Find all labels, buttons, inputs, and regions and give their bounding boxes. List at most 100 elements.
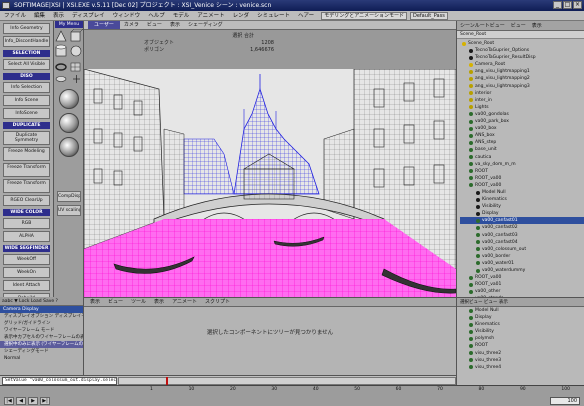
ident-attach-button[interactable]: Ident Attach xyxy=(3,280,50,291)
selection-tree-item[interactable]: Model Null xyxy=(457,307,584,314)
selection-tree-item[interactable]: visu_three2 xyxy=(457,350,584,357)
tree-item[interactable]: va00_canfast03 xyxy=(460,232,584,239)
command-line-input[interactable]: SetValue "va00_colossum_out.display.sele… xyxy=(2,377,117,385)
sphere-preview-2[interactable] xyxy=(59,113,79,133)
menu-animate[interactable]: アニメート xyxy=(193,11,228,21)
info-geometry-button[interactable]: Info Geometry xyxy=(3,23,50,34)
tree-item[interactable]: Scene_Root xyxy=(460,40,584,47)
tree-item[interactable]: va00_canfast02 xyxy=(460,224,584,231)
info-discont-button[interactable]: Info_DiscontHandle xyxy=(3,36,50,47)
tree-item[interactable]: va00_waterdummy xyxy=(460,267,584,274)
tree-item[interactable]: Display xyxy=(460,210,584,217)
freeze-transform-button[interactable]: Freeze Transform xyxy=(3,163,50,177)
tree-item[interactable]: ROOT xyxy=(460,168,584,175)
3d-viewport[interactable] xyxy=(84,69,456,297)
play-button[interactable]: ▶ xyxy=(28,397,38,405)
tree-item[interactable]: TecnoTaGuprier_ResultDisp xyxy=(460,54,584,61)
property-row[interactable]: ディスプレイオプション ディスプレイモード xyxy=(0,313,83,320)
tree-item[interactable]: Kinematics xyxy=(460,196,584,203)
disc-icon[interactable] xyxy=(55,76,67,82)
minimize-button[interactable]: _ xyxy=(553,1,562,9)
tree-item[interactable]: Model Null xyxy=(460,189,584,196)
menu-edit[interactable]: 編集 xyxy=(30,11,49,21)
view-select[interactable]: ユーザー xyxy=(88,21,120,29)
first-frame-button[interactable]: |◀ xyxy=(4,397,14,405)
tree-item[interactable]: cautica xyxy=(460,154,584,161)
comp-disp-button[interactable]: CompDisp xyxy=(57,191,81,202)
selection-tree-item[interactable]: Visibility xyxy=(457,328,584,335)
tree-item[interactable]: ROOT_va00 xyxy=(460,175,584,182)
info-scene2-button[interactable]: InfoScene xyxy=(3,108,50,119)
selection-tree-item[interactable]: polymsh xyxy=(457,335,584,342)
bottom-tab[interactable]: 表示 xyxy=(150,298,168,306)
menu-file[interactable]: ファイル xyxy=(0,11,30,21)
menu-view[interactable]: 表示 xyxy=(49,11,68,21)
cylinder-icon[interactable] xyxy=(55,44,67,57)
rgb-button[interactable]: RGB xyxy=(3,218,50,229)
maximize-button[interactable]: □ xyxy=(563,1,572,9)
timeline[interactable] xyxy=(118,377,456,386)
info-scene-button[interactable]: Info Scene xyxy=(3,95,50,106)
viewport-tab-view[interactable]: ビュー xyxy=(143,21,166,30)
tree-item[interactable]: TecnoTaGuprier_Options xyxy=(460,47,584,54)
sphere-preview-1[interactable] xyxy=(59,89,79,109)
week-off-button[interactable]: WeekOff xyxy=(3,254,50,265)
tree-item[interactable]: va00_box xyxy=(460,125,584,132)
menu-help[interactable]: ヘルプ xyxy=(144,11,169,21)
explorer-tab-root[interactable]: シーンルートビュー xyxy=(457,21,508,30)
tree-item[interactable]: base_unit xyxy=(460,146,584,153)
sphere-icon[interactable] xyxy=(70,45,82,57)
tree-item[interactable]: va00_canfast01 xyxy=(460,217,584,225)
menu-render[interactable]: レンダ xyxy=(229,11,254,21)
property-tabs[interactable]: aabc ▼ Lock Load Save ? xyxy=(0,297,83,306)
menu-model[interactable]: モデル xyxy=(169,11,194,21)
selection-explorer-tabs[interactable]: 選択ビュー ビュー 表示 xyxy=(457,298,584,307)
freeze-modeling-button[interactable]: Freeze Modeling xyxy=(3,147,50,161)
last-frame-button[interactable]: ▶| xyxy=(40,397,50,405)
selection-tree-item[interactable]: visu_three3 xyxy=(457,357,584,364)
select-all-visible-button[interactable]: Select All Visible xyxy=(3,59,50,70)
menu-simulate[interactable]: シミュレート xyxy=(253,11,294,21)
property-row[interactable]: グリッド/ガイドライン xyxy=(0,320,83,327)
info-selection-button[interactable]: Info Selection xyxy=(3,82,50,93)
property-row[interactable]: 表示中カプセルのワイヤーフレームの表示 xyxy=(0,334,83,341)
viewport-tab-display[interactable]: 表示 xyxy=(166,21,184,30)
menu-window[interactable]: ウィンドウ xyxy=(109,11,145,21)
pass-select[interactable]: Default_Pass xyxy=(410,11,448,20)
tree-item[interactable]: va00_colossum_out xyxy=(460,246,584,253)
selection-tree-item[interactable]: Kinematics xyxy=(457,321,584,328)
duplicate-symmetry-button[interactable]: Duplicate Symmetry xyxy=(3,131,50,145)
tree-item[interactable]: va_sky_dom_m_m xyxy=(460,161,584,168)
tree-item[interactable]: va00_gondolas xyxy=(460,111,584,118)
cube-icon[interactable] xyxy=(70,29,84,42)
tree-item[interactable]: ANS_step xyxy=(460,139,584,146)
property-row-normal[interactable]: Normal xyxy=(0,355,83,362)
grid-icon[interactable] xyxy=(70,62,81,72)
menu-hair[interactable]: ヘアー xyxy=(294,11,318,21)
bottom-tab[interactable]: ツール xyxy=(127,298,150,306)
property-row[interactable]: シェーディングモード xyxy=(0,348,83,355)
tree-item[interactable]: va00_canfast04 xyxy=(460,239,584,246)
viewport-tab-shading[interactable]: シェーディング xyxy=(184,21,227,30)
tree-item[interactable]: va00_water01 xyxy=(460,260,584,267)
bottom-tab[interactable]: 表示 xyxy=(86,298,104,306)
tree-item[interactable]: Visibility xyxy=(460,203,584,210)
tree-item[interactable]: ROOT_va00 xyxy=(460,182,584,189)
sphere-preview-3[interactable] xyxy=(59,137,79,157)
tree-item[interactable]: va00_park_box xyxy=(460,118,584,125)
tree-item[interactable]: va00_border xyxy=(460,253,584,260)
tree-item[interactable]: ROOT_va01 xyxy=(460,281,584,288)
cone-icon[interactable] xyxy=(55,30,67,42)
torus-icon[interactable] xyxy=(55,63,67,71)
property-row[interactable]: ワイヤーフレーム モード xyxy=(0,327,83,334)
alpha-button[interactable]: ALPHA xyxy=(3,231,50,242)
layout-select[interactable]: モデリングとアニメーションモード xyxy=(321,11,407,20)
freeze-transform2-button[interactable]: Freeze Transform xyxy=(3,179,50,193)
menu-display[interactable]: ディスプレイ xyxy=(68,11,109,21)
null-icon[interactable] xyxy=(73,75,80,83)
tree-item[interactable]: interior xyxy=(460,90,584,97)
bottom-tab[interactable]: スクリプト xyxy=(201,298,234,306)
explorer-tab-display[interactable]: 表示 xyxy=(529,21,545,30)
selection-tree-item[interactable]: visu_three4 xyxy=(457,364,584,371)
tree-item[interactable]: ang_visu_lightmapping3 xyxy=(460,83,584,90)
